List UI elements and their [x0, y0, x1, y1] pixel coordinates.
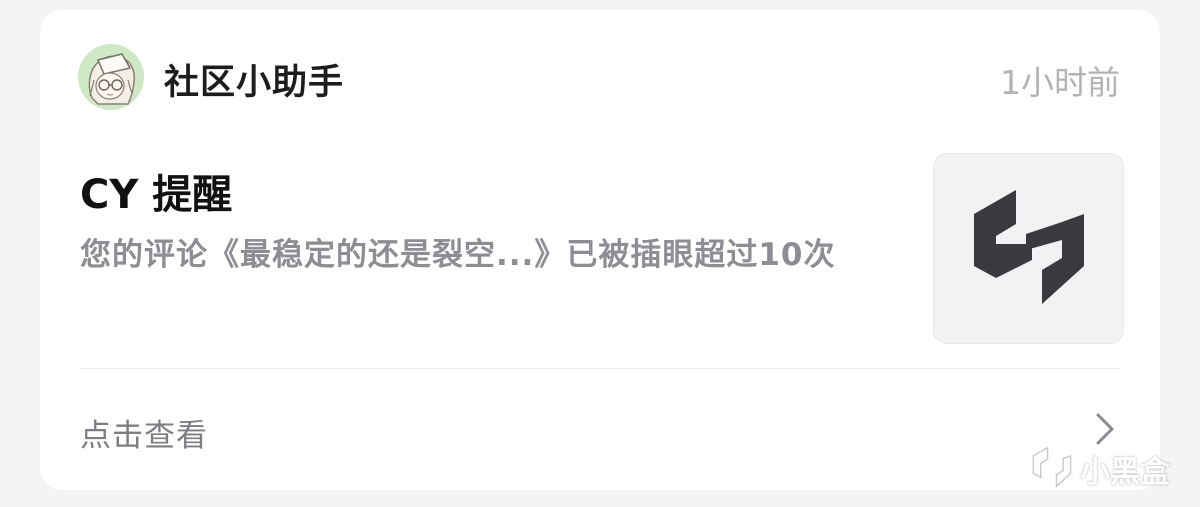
timestamp: 1小时前	[1000, 63, 1120, 102]
notification-body: 您的评论《最稳定的还是裂空...》已被插眼超过10次	[80, 237, 836, 273]
notification-title: CY 提醒	[80, 172, 233, 218]
notification-card[interactable]: 社区小助手 1小时前 CY 提醒 您的评论《最稳定的还是裂空...》已被插眼超过…	[40, 10, 1160, 490]
view-details-link[interactable]: 点击查看	[80, 410, 208, 455]
divider	[80, 368, 1120, 369]
notification-thumbnail[interactable]	[933, 153, 1124, 344]
sender-name: 社区小助手	[164, 63, 345, 103]
heybox-watermark-icon	[1032, 445, 1072, 493]
watermark-text: 小黑盒	[1080, 455, 1170, 490]
sender-avatar[interactable]	[78, 44, 144, 110]
notification-header: 社区小助手 1小时前	[78, 44, 1122, 110]
view-details-row[interactable]: 点击查看	[80, 390, 1120, 478]
watermark: 小黑盒	[1032, 445, 1170, 493]
